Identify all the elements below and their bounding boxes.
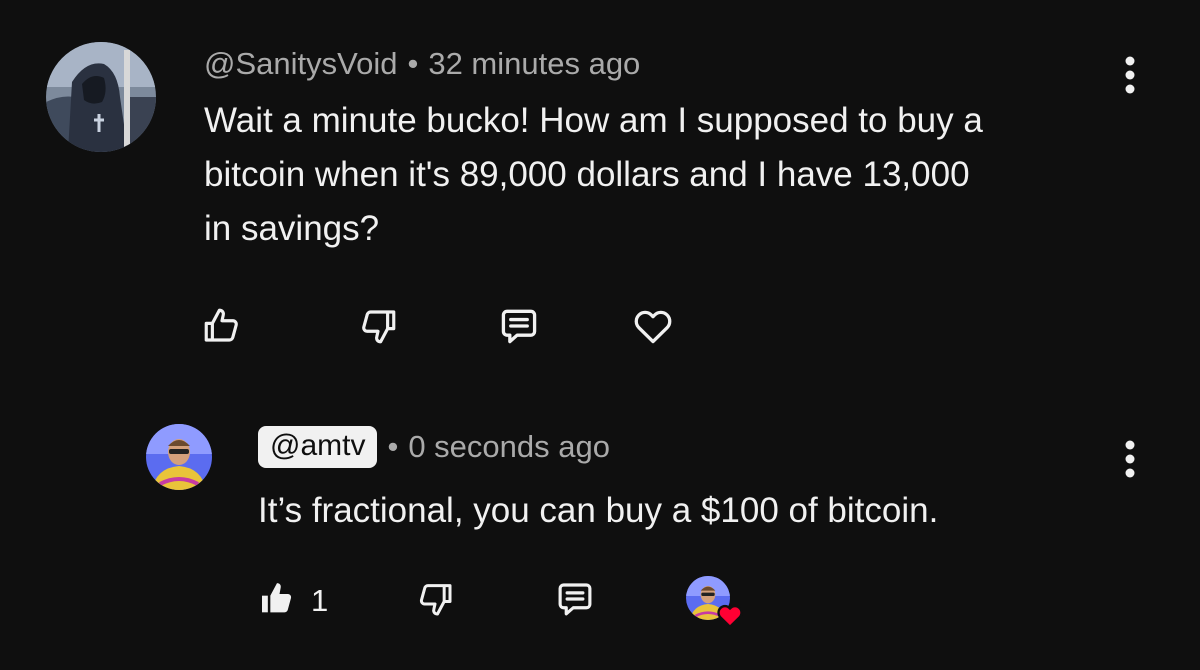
more-vert-icon bbox=[1125, 56, 1135, 94]
comment-author[interactable]: @SanitysVoid bbox=[204, 46, 397, 82]
reply-menu-button[interactable] bbox=[1112, 436, 1148, 482]
thumbs-down-icon bbox=[419, 584, 452, 616]
hooded-figure-avatar-image bbox=[46, 42, 156, 152]
reply-reply-button[interactable] bbox=[550, 574, 600, 624]
comment-timestamp[interactable]: 32 minutes ago bbox=[428, 46, 640, 82]
dislike-button[interactable] bbox=[352, 300, 404, 352]
like-button[interactable] bbox=[196, 300, 248, 352]
creator-author-badge[interactable]: @amtv bbox=[258, 426, 378, 468]
comment-text-line: in savings? bbox=[204, 209, 380, 248]
comment-text: Wait a minute bucko! How am I supposed t… bbox=[204, 94, 1124, 256]
thumbs-up-filled-icon bbox=[262, 583, 292, 613]
comment-meta: @SanitysVoid • 32 minutes ago bbox=[204, 46, 640, 82]
comment-text-line: Wait a minute bucko! How am I supposed t… bbox=[204, 101, 983, 140]
more-vert-icon bbox=[1125, 440, 1135, 478]
reply-meta: @amtv • 0 seconds ago bbox=[258, 426, 610, 468]
reply-avatar[interactable] bbox=[146, 424, 212, 490]
comment-menu-button[interactable] bbox=[1112, 52, 1148, 98]
reply-like-button[interactable] bbox=[252, 574, 302, 624]
reply-icon bbox=[558, 583, 592, 616]
reply-button[interactable] bbox=[493, 300, 545, 352]
reply-dislike-button[interactable] bbox=[410, 574, 460, 624]
creator-heart[interactable] bbox=[686, 576, 744, 628]
reply-timestamp[interactable]: 0 seconds ago bbox=[408, 429, 610, 465]
meta-separator: • bbox=[407, 46, 419, 81]
commenter-avatar[interactable] bbox=[46, 42, 156, 152]
heart-icon bbox=[634, 310, 672, 344]
comment-text-line: bitcoin when it's 89,000 dollars and I h… bbox=[204, 155, 970, 194]
thumbs-up-icon bbox=[204, 308, 238, 342]
meta-separator: • bbox=[387, 429, 399, 464]
thumbs-down-icon bbox=[362, 310, 396, 344]
creator-heart-icon bbox=[717, 604, 743, 628]
reply-icon bbox=[501, 309, 537, 344]
reply-like-count: 1 bbox=[311, 583, 329, 618]
reply-text: It’s fractional, you can buy a $100 of b… bbox=[258, 491, 939, 530]
heart-button[interactable] bbox=[627, 300, 679, 352]
amtv-avatar-image bbox=[146, 424, 212, 490]
